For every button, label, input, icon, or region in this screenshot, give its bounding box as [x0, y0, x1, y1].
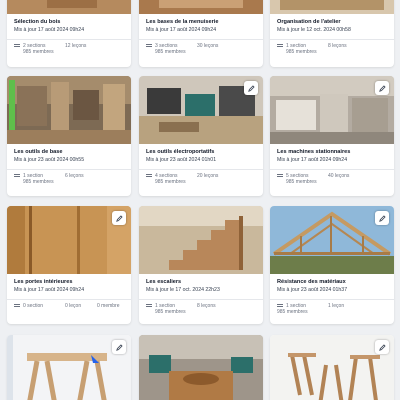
members-count: 985 membres	[155, 309, 186, 315]
course-updated-date: Mis à jour 23 août 2024 00h55	[14, 157, 85, 163]
edit-course-button[interactable]	[112, 211, 126, 225]
course-updated-date: Mis à jour 23 août 2024 01h01	[146, 157, 217, 163]
course-thumbnail	[7, 335, 131, 400]
course-updated-date: Mis à jour le 17 oct. 2024 22h23	[146, 287, 220, 293]
course-card-sawhorse-parts[interactable]	[270, 335, 394, 400]
course-title[interactable]: Les machines stationnaires	[277, 149, 387, 156]
course-thumbnail	[139, 0, 263, 14]
list-icon	[14, 303, 20, 309]
course-card-outils-base[interactable]: Les outils de base Mis à jour 23 août 20…	[7, 76, 131, 196]
course-updated-date: Mis à jour 17 août 2024 09h24	[14, 27, 85, 33]
members-count: 985 membres	[23, 49, 54, 55]
course-card-organisation-atelier[interactable]: Organisation de l'atelier Mis à jour le …	[270, 0, 394, 67]
course-title[interactable]: Sélection du bois	[14, 19, 124, 26]
pencil-icon	[115, 214, 123, 222]
course-updated-date: Mis à jour 17 août 2024 09h24	[146, 27, 217, 33]
course-updated-date: Mis à jour 17 août 2024 09h24	[277, 157, 348, 163]
edit-course-button[interactable]	[375, 340, 389, 354]
list-icon	[277, 303, 283, 309]
course-card-sawhorse-model[interactable]	[7, 335, 131, 400]
pencil-icon	[247, 84, 255, 92]
course-title[interactable]: Les escaliers	[146, 279, 256, 286]
course-updated-date: Mis à jour le 12 oct. 2024 00h58	[277, 27, 351, 33]
pencil-icon	[115, 343, 123, 351]
course-title[interactable]: Les bases de la menuiserie	[146, 19, 256, 26]
course-card-machines-stationnaires[interactable]: Les machines stationnaires Mis à jour 17…	[270, 76, 394, 196]
course-title[interactable]: Organisation de l'atelier	[277, 19, 387, 26]
list-icon	[146, 173, 152, 179]
course-stats: 5 sections 40 leçons 985 membres	[270, 170, 394, 189]
pencil-icon	[378, 84, 386, 92]
edit-course-button[interactable]	[375, 81, 389, 95]
course-updated-date: Mis à jour 23 août 2024 01h37	[277, 287, 348, 293]
course-thumbnail	[270, 0, 394, 14]
course-title[interactable]: Les outils électroportatifs	[146, 149, 256, 156]
course-updated-date: Mis à jour 17 août 2024 09h24	[14, 287, 85, 293]
course-thumbnail	[139, 206, 263, 274]
course-card-workshop-machine[interactable]	[139, 335, 263, 400]
course-thumbnail	[270, 76, 394, 144]
course-card-escaliers[interactable]: Les escaliers Mis à jour le 17 oct. 2024…	[139, 206, 263, 324]
list-icon	[146, 303, 152, 309]
course-stats: 1 section 8 leçons 985 membres	[139, 300, 263, 319]
list-icon	[277, 173, 283, 179]
course-stats: 1 section 6 leçons 985 membres	[7, 170, 131, 189]
course-card-selection-bois[interactable]: Sélection du bois Mis à jour 17 août 202…	[7, 0, 131, 67]
course-thumbnail	[7, 206, 131, 274]
course-stats: 1 section 1 leçon 985 membres	[270, 300, 394, 319]
course-title[interactable]: Les portes intérieures	[14, 279, 124, 286]
members-count: 0 membre	[97, 303, 120, 309]
lessons-count: 1 leçon	[328, 303, 345, 309]
members-count: 985 membres	[23, 179, 54, 185]
sections-count: 0 section	[23, 303, 44, 309]
course-thumbnail	[270, 335, 394, 400]
course-thumbnail	[7, 0, 131, 14]
edit-course-button[interactable]	[375, 211, 389, 225]
members-count: 985 membres	[286, 179, 317, 185]
members-count: 985 membres	[277, 309, 308, 315]
list-icon	[146, 43, 152, 49]
course-card-outils-electroportatifs[interactable]: Les outils électroportatifs Mis à jour 2…	[139, 76, 263, 196]
course-thumbnail	[270, 206, 394, 274]
list-icon	[14, 43, 20, 49]
course-stats: 0 section 0 leçon 0 membre	[7, 300, 131, 313]
pencil-icon	[378, 214, 386, 222]
course-stats: 3 sections 30 leçons 985 membres	[139, 40, 263, 59]
course-thumbnail	[139, 335, 263, 400]
pencil-icon	[378, 343, 386, 351]
course-stats: 2 sections 12 leçons 985 membres	[7, 40, 131, 59]
course-thumbnail	[7, 76, 131, 144]
course-title[interactable]: Les outils de base	[14, 149, 124, 156]
edit-course-button[interactable]	[112, 340, 126, 354]
course-thumbnail	[139, 76, 263, 144]
list-icon	[14, 173, 20, 179]
course-stats: 1 section 8 leçons 985 membres	[270, 40, 394, 59]
list-icon	[277, 43, 283, 49]
course-card-portes-interieures[interactable]: Les portes intérieures Mis à jour 17 aoû…	[7, 206, 131, 324]
members-count: 985 membres	[155, 179, 186, 185]
course-stats: 4 sections 20 leçons 985 membres	[139, 170, 263, 189]
course-card-resistance-materiaux[interactable]: Résistance des matériaux Mis à jour 23 a…	[270, 206, 394, 324]
edit-course-button[interactable]	[244, 81, 258, 95]
members-count: 985 membres	[286, 49, 317, 55]
members-count: 985 membres	[155, 49, 186, 55]
course-card-bases-menuiserie[interactable]: Les bases de la menuiserie Mis à jour 17…	[139, 0, 263, 67]
lessons-count: 0 leçon	[65, 303, 82, 309]
course-title[interactable]: Résistance des matériaux	[277, 279, 387, 286]
